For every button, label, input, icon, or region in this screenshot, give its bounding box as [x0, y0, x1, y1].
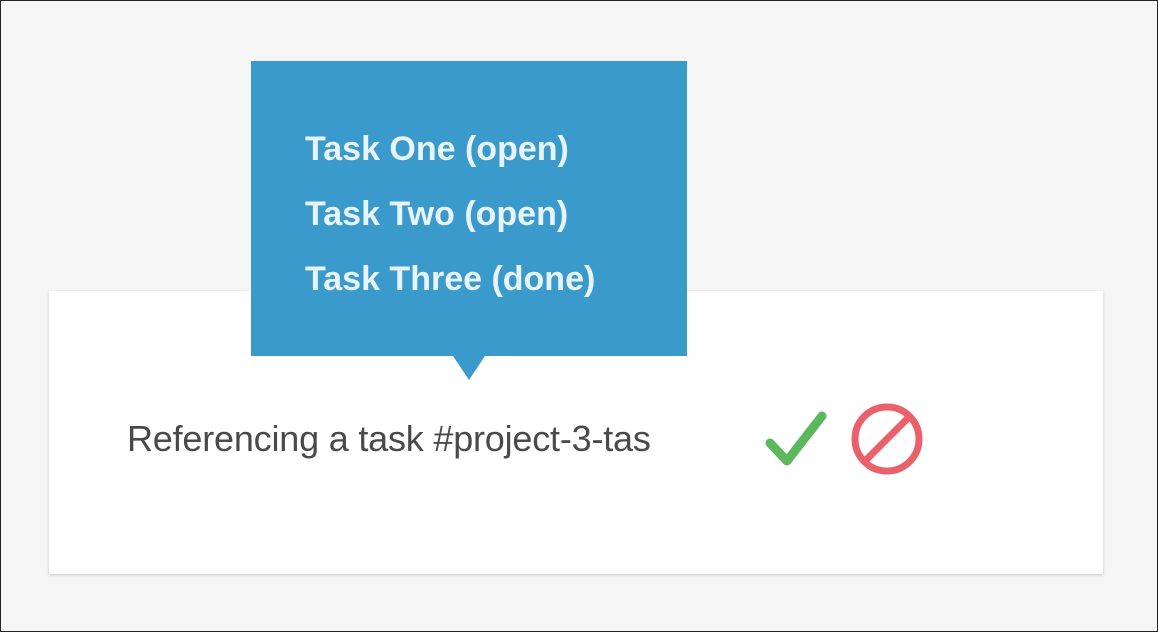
- suggestion-item[interactable]: Task One (open): [305, 117, 687, 182]
- editor-row: [127, 403, 925, 475]
- suggestion-list: Task One (open) Task Two (open) Task Thr…: [305, 117, 687, 312]
- block-icon: [851, 403, 923, 475]
- suggestion-item[interactable]: Task Three (done): [305, 247, 687, 312]
- popup-pointer-arrow: [453, 356, 485, 380]
- suggestion-item[interactable]: Task Two (open): [305, 182, 687, 247]
- cancel-button[interactable]: [849, 401, 925, 477]
- task-reference-input[interactable]: [127, 418, 737, 460]
- task-suggestion-popup: Task One (open) Task Two (open) Task Thr…: [251, 61, 687, 380]
- confirm-button[interactable]: [765, 408, 827, 470]
- checkmark-icon: [765, 411, 827, 466]
- app-frame: Task One (open) Task Two (open) Task Thr…: [0, 0, 1158, 632]
